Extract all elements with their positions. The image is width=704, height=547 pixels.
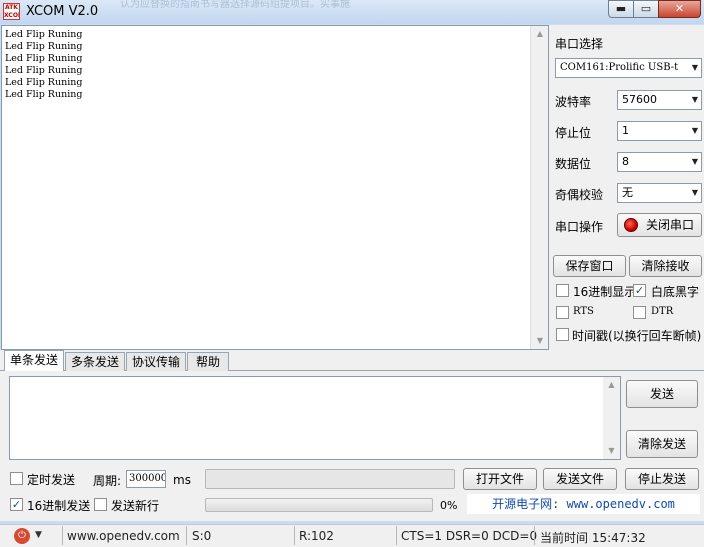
parity-value: 无 bbox=[622, 186, 633, 199]
clear-send-button[interactable]: 清除发送 bbox=[626, 430, 698, 458]
send-progress-bar bbox=[205, 498, 433, 512]
minimize-button[interactable]: ▬ bbox=[608, 0, 634, 18]
open-file-button[interactable]: 打开文件 bbox=[463, 468, 537, 490]
checkmark-icon: ✓ bbox=[634, 284, 645, 297]
parity-select[interactable]: 无 ▼ bbox=[617, 183, 702, 203]
maximize-button[interactable]: ▭ bbox=[633, 0, 659, 18]
receive-line: Led Flip Runing bbox=[5, 29, 83, 40]
stop-send-button[interactable]: 停止发送 bbox=[625, 468, 699, 490]
receive-line: Led Flip Runing bbox=[5, 65, 83, 76]
newline-send-checkbox[interactable] bbox=[94, 498, 107, 511]
newline-send-label: 发送新行 bbox=[111, 499, 160, 513]
data-bits-value: 8 bbox=[622, 155, 629, 168]
tab-multi-send[interactable]: 多条发送 bbox=[65, 352, 125, 371]
chevron-down-icon: ▼ bbox=[691, 126, 698, 135]
serial-op-label: 串口操作 bbox=[555, 220, 604, 234]
scroll-up-icon[interactable]: ▲ bbox=[531, 26, 549, 42]
send-scrollbar[interactable]: ▲ ▼ bbox=[603, 377, 620, 459]
timed-send-label: 定时发送 bbox=[27, 473, 76, 487]
chevron-down-icon: ▼ bbox=[691, 63, 698, 72]
dtr-label: DTR bbox=[651, 306, 674, 317]
period-input[interactable]: 300000 bbox=[126, 470, 166, 488]
receive-line: Led Flip Runing bbox=[5, 89, 83, 100]
chevron-down-icon: ▼ bbox=[691, 157, 698, 166]
clear-receive-button[interactable]: 清除接收 bbox=[629, 255, 702, 277]
status-separator bbox=[294, 526, 295, 545]
send-text-area[interactable] bbox=[9, 376, 621, 460]
hex-display-label: 16进制显示 bbox=[573, 285, 637, 299]
parity-label: 奇偶校验 bbox=[555, 188, 604, 202]
baud-select[interactable]: 57600 ▼ bbox=[617, 90, 702, 110]
progress-percent: 0% bbox=[440, 499, 458, 512]
status-time: 当前时间 15:47:32 bbox=[540, 531, 646, 545]
status-separator bbox=[62, 526, 63, 545]
dropdown-icon[interactable]: ▼ bbox=[35, 530, 42, 540]
tab-help[interactable]: 帮助 bbox=[187, 352, 229, 371]
port-label: 串口选择 bbox=[555, 37, 604, 51]
status-separator bbox=[186, 526, 187, 545]
app-logo-icon: ATK XCOM bbox=[3, 3, 20, 20]
chevron-down-icon: ▼ bbox=[691, 188, 698, 197]
port-value: COM161:Prolific USB-t bbox=[560, 62, 679, 73]
close-window-button[interactable]: ✕ bbox=[658, 0, 701, 18]
send-button[interactable]: 发送 bbox=[626, 380, 698, 408]
data-bits-label: 数据位 bbox=[555, 157, 592, 171]
close-port-label: 关闭串口 bbox=[646, 218, 695, 232]
receive-line: Led Flip Runing bbox=[5, 41, 83, 52]
timed-send-checkbox[interactable] bbox=[10, 472, 23, 485]
scroll-down-icon[interactable]: ▼ bbox=[603, 443, 620, 459]
period-label: 周期: bbox=[93, 474, 122, 488]
window-title: XCOM V2.0 bbox=[26, 4, 99, 19]
receive-line: Led Flip Runing bbox=[5, 77, 83, 88]
scroll-down-icon[interactable]: ▼ bbox=[531, 333, 549, 349]
receive-scrollbar[interactable]: ▲ ▼ bbox=[530, 26, 548, 349]
status-website[interactable]: www.openedv.com bbox=[67, 529, 180, 543]
promo-link[interactable]: 开源电子网: www.openedv.com bbox=[467, 494, 700, 514]
checkmark-icon: ✓ bbox=[11, 498, 22, 511]
status-separator bbox=[534, 526, 535, 545]
save-window-button[interactable]: 保存窗口 bbox=[553, 255, 626, 277]
receive-line: Led Flip Runing bbox=[5, 53, 83, 64]
port-status-led-icon bbox=[624, 218, 638, 232]
stop-bits-select[interactable]: 1 ▼ bbox=[617, 121, 702, 141]
scroll-up-icon[interactable]: ▲ bbox=[603, 377, 620, 393]
status-sent-count: S:0 bbox=[192, 529, 212, 543]
file-path-field[interactable] bbox=[205, 469, 455, 489]
tab-protocol[interactable]: 协议传输 bbox=[126, 352, 186, 371]
data-bits-select[interactable]: 8 ▼ bbox=[617, 152, 702, 172]
rts-checkbox[interactable] bbox=[556, 306, 569, 319]
hex-display-checkbox[interactable] bbox=[556, 284, 569, 297]
status-received-count: R:102 bbox=[299, 529, 334, 543]
port-select[interactable]: COM161:Prolific USB-t ▼ bbox=[555, 58, 702, 78]
tab-single-send[interactable]: 单条发送 bbox=[4, 350, 64, 371]
stop-bits-value: 1 bbox=[622, 124, 629, 137]
period-unit: ms bbox=[173, 473, 191, 487]
close-port-button[interactable]: 关闭串口 bbox=[617, 213, 702, 237]
hex-send-label: 16进制发送 bbox=[27, 499, 91, 513]
chevron-down-icon: ▼ bbox=[691, 95, 698, 104]
background-window-text: 认为应替换的指南书写器选择源码组提项目。实事施 bbox=[120, 0, 350, 10]
stop-bits-label: 停止位 bbox=[555, 126, 592, 140]
baud-value: 57600 bbox=[622, 93, 657, 106]
white-black-label: 白底黑字 bbox=[651, 285, 700, 299]
baud-label: 波特率 bbox=[555, 95, 592, 109]
status-line-signals: CTS=1 DSR=0 DCD=0 bbox=[401, 529, 538, 543]
hex-send-checkbox[interactable]: ✓ bbox=[10, 498, 23, 511]
power-icon[interactable]: ⏻ bbox=[14, 528, 30, 544]
receive-text-area[interactable]: Led Flip Runing Led Flip Runing Led Flip… bbox=[1, 25, 549, 350]
rts-label: RTS bbox=[573, 306, 594, 317]
dtr-checkbox[interactable] bbox=[633, 306, 646, 319]
white-black-checkbox[interactable]: ✓ bbox=[633, 284, 646, 297]
status-separator bbox=[396, 526, 397, 545]
timestamp-label: 时间戳(以换行回车断帧) bbox=[572, 329, 702, 343]
send-file-button[interactable]: 发送文件 bbox=[543, 468, 617, 490]
timestamp-checkbox[interactable] bbox=[556, 328, 569, 341]
